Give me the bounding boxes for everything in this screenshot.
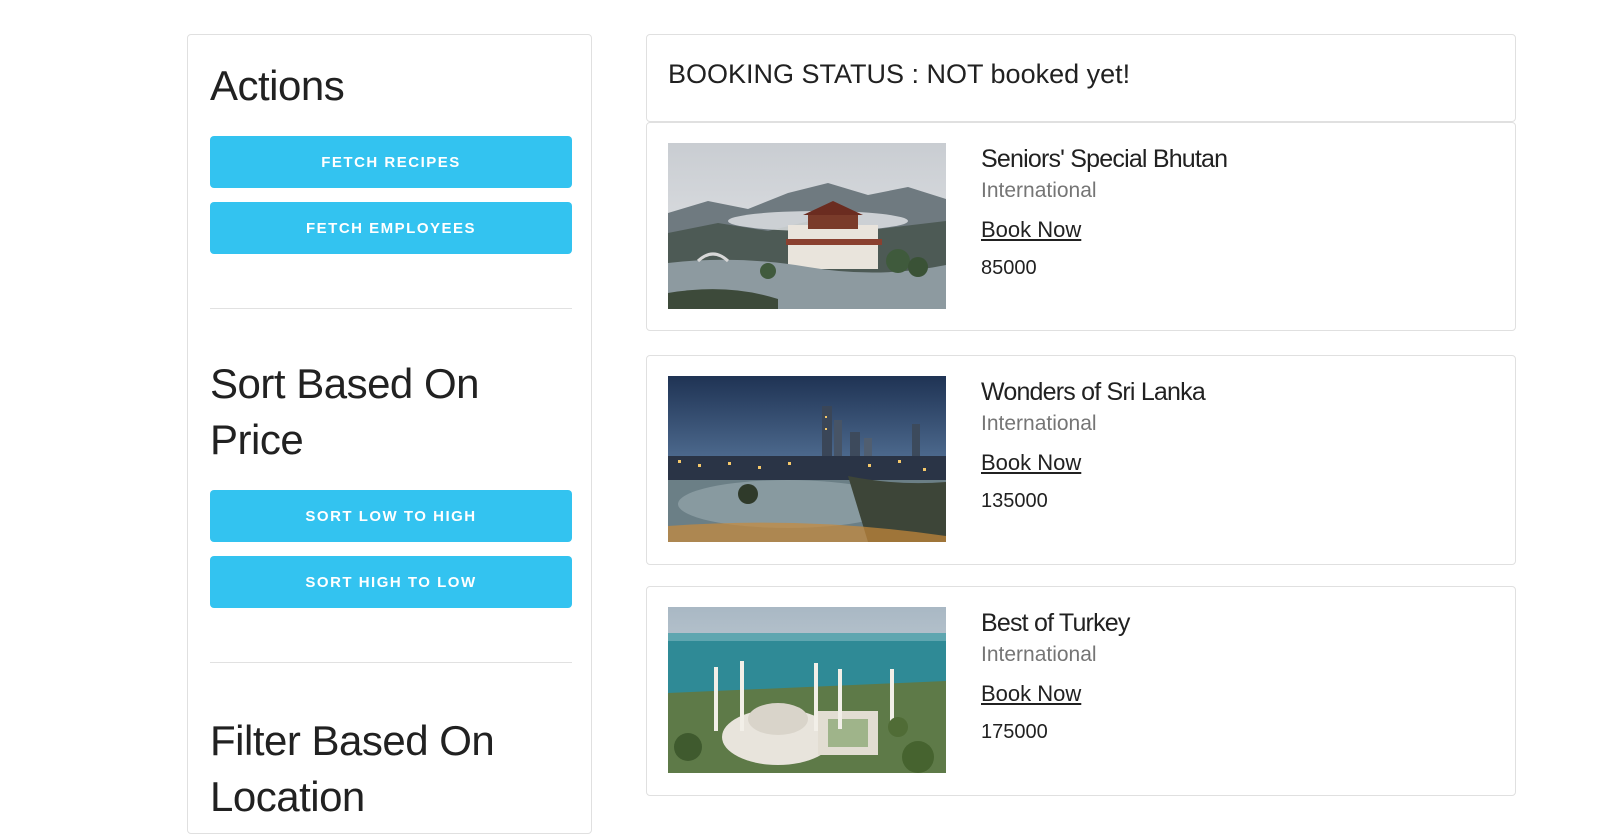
package-type: International [981,643,1097,666]
booking-status-text: BOOKING STATUS : NOT booked yet! [668,59,1131,89]
package-type: International [981,412,1097,435]
package-price: 135000 [981,490,1048,512]
sort-high-to-low-button[interactable]: SORT HIGH TO LOW [210,556,572,608]
sort-title: Sort Based On Price [210,360,479,463]
package-title: Seniors' Special Bhutan [981,145,1228,173]
sidebar-panel: Actions FETCH RECIPES FETCH EMPLOYEES So… [187,34,592,834]
book-now-link[interactable]: Book Now [981,450,1081,476]
package-price: 175000 [981,721,1048,743]
package-type: International [981,179,1097,202]
filter-title: Filter Based On Location [210,717,495,820]
booking-status-box: BOOKING STATUS : NOT booked yet! [646,34,1516,122]
package-price: 85000 [981,257,1037,279]
sidebar-divider [210,308,572,309]
package-image [668,607,946,773]
package-card: Seniors' Special Bhutan International Bo… [646,122,1516,331]
book-now-link[interactable]: Book Now [981,217,1081,243]
sidebar-divider [210,662,572,663]
book-now-link[interactable]: Book Now [981,681,1081,707]
package-image [668,143,946,309]
package-title: Wonders of Sri Lanka [981,378,1206,406]
sort-low-to-high-button[interactable]: SORT LOW TO HIGH [210,490,572,542]
fetch-recipes-button[interactable]: FETCH RECIPES [210,136,572,188]
package-title: Best of Turkey [981,609,1130,637]
package-card: Wonders of Sri Lanka International Book … [646,355,1516,565]
package-card: Best of Turkey International Book Now 17… [646,586,1516,796]
fetch-employees-button[interactable]: FETCH EMPLOYEES [210,202,572,254]
package-image [668,376,946,542]
actions-title: Actions [210,62,345,109]
